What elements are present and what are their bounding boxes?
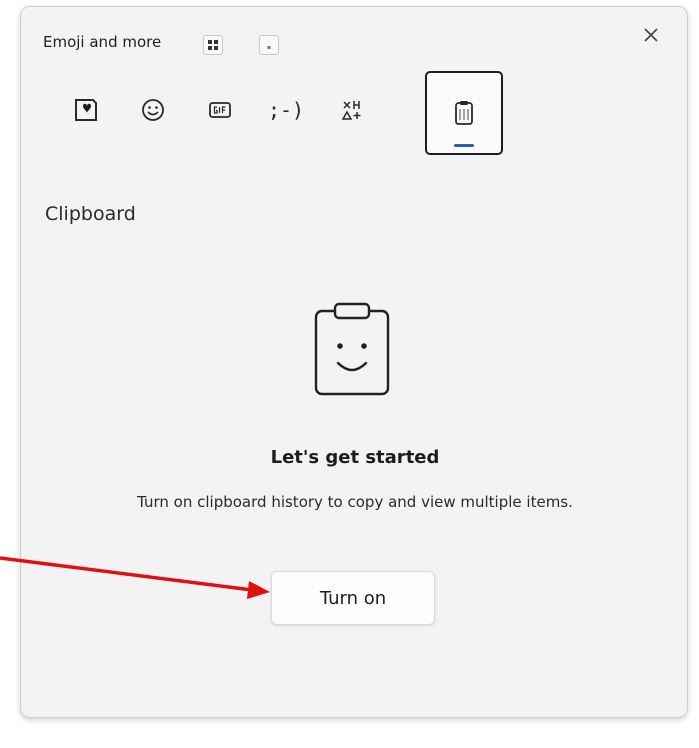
emoji-panel: Emoji and more ;-) Clipboard Let's get s…	[20, 6, 688, 718]
tab-symbols[interactable]	[327, 85, 377, 135]
kaomoji-icon: ;-)	[267, 98, 305, 122]
empty-state-description: Turn on clipboard history to copy and vi…	[137, 493, 573, 511]
tab-favorites[interactable]	[61, 85, 111, 135]
smiley-icon	[142, 99, 164, 121]
section-title: Clipboard	[45, 203, 136, 225]
compact-view-button[interactable]	[259, 35, 279, 55]
empty-state-heading: Let's get started	[270, 447, 440, 468]
heart-sticker-icon	[75, 99, 97, 121]
tab-clipboard[interactable]	[425, 71, 503, 155]
active-tab-indicator	[454, 144, 474, 147]
close-icon	[644, 28, 658, 42]
smiling-clipboard-icon	[314, 302, 390, 396]
compact-view-icon	[267, 46, 271, 49]
clipboard-icon	[455, 101, 473, 125]
tab-gif[interactable]	[195, 85, 245, 135]
panel-title: Emoji and more	[43, 33, 162, 51]
symbols-icon	[341, 101, 361, 120]
tab-kaomoji[interactable]: ;-)	[261, 85, 311, 135]
gif-icon	[209, 102, 231, 118]
turn-on-button[interactable]: Turn on	[271, 571, 435, 625]
tab-emoji[interactable]	[128, 85, 178, 135]
grid-view-button[interactable]	[203, 35, 223, 55]
close-button[interactable]	[639, 23, 663, 47]
grid-view-icon	[208, 40, 218, 50]
